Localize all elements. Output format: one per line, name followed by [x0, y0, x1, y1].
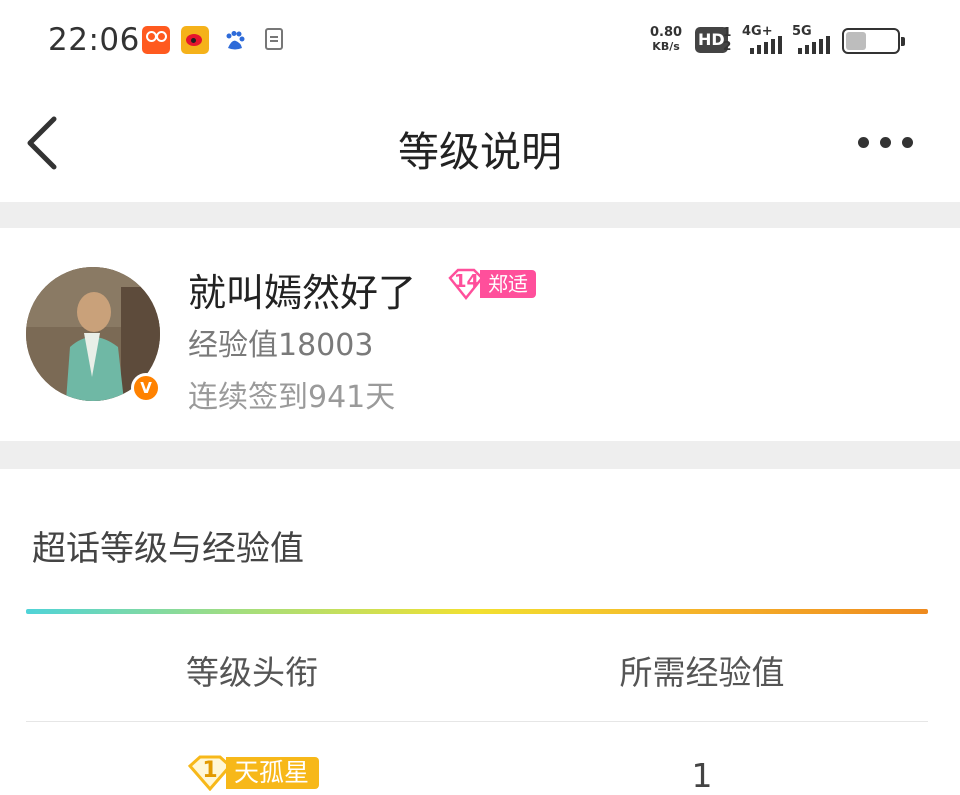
- section-title: 超话等级与经验值: [32, 529, 304, 569]
- sim-indicator: 1 2: [723, 25, 732, 53]
- required-exp: 1: [691, 756, 713, 795]
- table-divider: [26, 721, 928, 722]
- rank-title: 天孤星: [226, 757, 320, 789]
- verified-badge-icon: V: [131, 373, 161, 403]
- baidu-icon: [226, 31, 245, 50]
- network-type-1: 4G+: [742, 24, 773, 39]
- username: 就叫嫣然好了: [188, 271, 417, 315]
- gradient-divider: [26, 609, 928, 614]
- section-divider: [0, 441, 960, 469]
- network-speed: 0.80 KB/s: [650, 25, 683, 54]
- experience-value: 经验值18003: [188, 328, 374, 363]
- rank-level-number: 1: [202, 758, 218, 783]
- checkin-streak: 连续签到941天: [188, 380, 396, 415]
- weibo-icon: [181, 26, 209, 54]
- section-divider: [0, 202, 960, 228]
- column-header-title: 等级头衔: [186, 653, 318, 692]
- level-name: 郑适: [480, 270, 536, 298]
- more-options-button[interactable]: [852, 126, 922, 156]
- status-bar: 22:06 0.80 KB/s HD 1 2 4G+ 5G: [0, 0, 960, 82]
- profile-card: V 就叫嫣然好了 14 郑适 经验值18003 连续签到941天: [0, 228, 960, 441]
- kuaishou-icon: [142, 26, 170, 54]
- more-dots-icon: [858, 137, 869, 148]
- column-header-exp: 所需经验值: [619, 653, 785, 692]
- level-number: 14: [454, 271, 480, 292]
- network-type-2: 5G: [792, 24, 812, 39]
- status-time: 22:06: [48, 22, 140, 58]
- page-title: 等级说明: [398, 128, 562, 176]
- battery-icon: [842, 28, 905, 54]
- document-icon: [265, 28, 283, 50]
- nav-bar: 等级说明: [0, 82, 960, 202]
